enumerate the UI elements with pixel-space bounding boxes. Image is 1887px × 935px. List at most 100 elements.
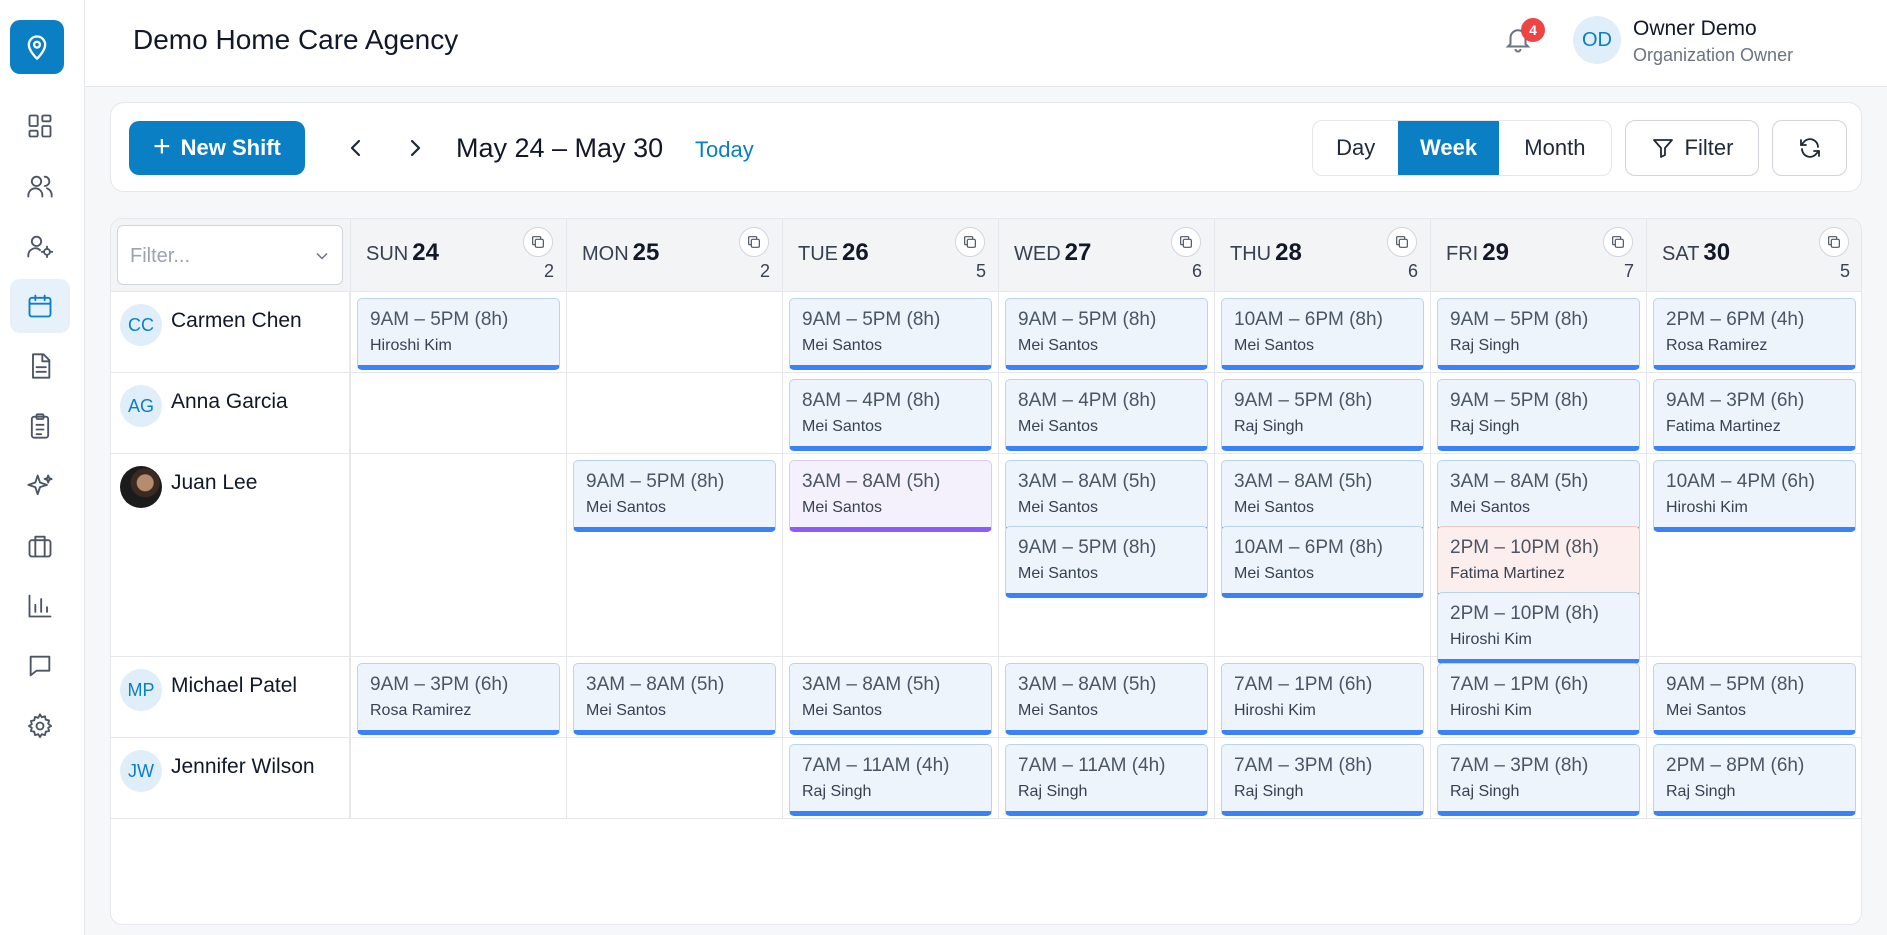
employee-filter-select[interactable]: Filter...	[117, 225, 343, 285]
shift-card[interactable]: 7AM – 3PM (8h) Raj Singh	[1221, 744, 1424, 816]
previous-week-button[interactable]	[341, 131, 371, 165]
shift-card[interactable]: 9AM – 3PM (6h) Fatima Martinez	[1653, 379, 1856, 451]
shift-card[interactable]: 7AM – 3PM (8h) Raj Singh	[1437, 744, 1640, 816]
sidebar-item-dashboard[interactable]	[10, 99, 70, 153]
shift-card[interactable]: 9AM – 5PM (8h) Mei Santos	[1653, 663, 1856, 735]
shift-card[interactable]: 2PM – 10PM (8h) Fatima Martinez	[1437, 526, 1640, 598]
today-button[interactable]: Today	[695, 137, 754, 163]
schedule-cell[interactable]: 9AM – 5PM (8h) Hiroshi Kim	[350, 292, 566, 372]
shift-card[interactable]: 10AM – 4PM (6h) Hiroshi Kim	[1653, 460, 1856, 532]
sidebar-item-clients[interactable]	[10, 519, 70, 573]
schedule-cell[interactable]	[350, 373, 566, 453]
sidebar-item-ai[interactable]	[10, 459, 70, 513]
shift-card[interactable]: 7AM – 1PM (6h) Hiroshi Kim	[1437, 663, 1640, 735]
shift-card[interactable]: 3AM – 8AM (5h) Mei Santos	[1005, 460, 1208, 532]
sidebar-item-reports[interactable]	[10, 579, 70, 633]
user-avatar[interactable]: OD	[1573, 16, 1621, 64]
schedule-cell[interactable]: 9AM – 5PM (8h) Raj Singh	[1214, 373, 1430, 453]
copy-day-icon[interactable]	[955, 227, 985, 257]
schedule-cell[interactable]	[350, 738, 566, 818]
schedule-cell[interactable]: 9AM – 3PM (6h) Fatima Martinez	[1646, 373, 1861, 453]
shift-card[interactable]: 3AM – 8AM (5h) Mei Santos	[789, 663, 992, 735]
user-name[interactable]: Owner Demo	[1633, 17, 1757, 41]
view-month-button[interactable]: Month	[1499, 121, 1611, 175]
shift-card[interactable]: 7AM – 11AM (4h) Raj Singh	[1005, 744, 1208, 816]
copy-day-icon[interactable]	[1819, 227, 1849, 257]
schedule-cell[interactable]: 3AM – 8AM (5h) Mei Santos 9AM – 5PM (8h) Me…	[998, 454, 1214, 656]
shift-card[interactable]: 3AM – 8AM (5h) Mei Santos	[1005, 663, 1208, 735]
shift-card[interactable]: 9AM – 3PM (6h) Rosa Ramirez	[357, 663, 560, 735]
schedule-cell[interactable]: 9AM – 5PM (8h) Raj Singh	[1430, 292, 1646, 372]
schedule-cell[interactable]	[350, 454, 566, 656]
shift-card[interactable]: 10AM – 6PM (8h) Mei Santos	[1221, 298, 1424, 370]
shift-card[interactable]: 8AM – 4PM (8h) Mei Santos	[1005, 379, 1208, 451]
view-week-button[interactable]: Week	[1398, 121, 1499, 175]
new-shift-button[interactable]: + New Shift	[129, 121, 305, 175]
schedule-cell[interactable]: 7AM – 3PM (8h) Raj Singh	[1430, 738, 1646, 818]
shift-card[interactable]: 2PM – 10PM (8h) Hiroshi Kim	[1437, 592, 1640, 664]
sidebar-item-documents[interactable]	[10, 339, 70, 393]
schedule-cell[interactable]: 7AM – 1PM (6h) Hiroshi Kim	[1430, 657, 1646, 737]
shift-card[interactable]: 9AM – 5PM (8h) Mei Santos	[573, 460, 776, 532]
employee-name[interactable]: Carmen Chen	[171, 309, 302, 333]
employee-name[interactable]: Jennifer Wilson	[171, 755, 315, 779]
schedule-cell[interactable]: 7AM – 3PM (8h) Raj Singh	[1214, 738, 1430, 818]
schedule-cell[interactable]: 9AM – 5PM (8h) Mei Santos	[1646, 657, 1861, 737]
employee-name[interactable]: Juan Lee	[171, 471, 257, 495]
sidebar-item-settings[interactable]	[10, 699, 70, 753]
schedule-cell[interactable]: 7AM – 11AM (4h) Raj Singh	[998, 738, 1214, 818]
shift-card[interactable]: 9AM – 5PM (8h) Raj Singh	[1437, 379, 1640, 451]
shift-card[interactable]: 10AM – 6PM (8h) Mei Santos	[1221, 526, 1424, 598]
schedule-cell[interactable]: 9AM – 5PM (8h) Mei Santos	[782, 292, 998, 372]
shift-card[interactable]: 2PM – 6PM (4h) Rosa Ramirez	[1653, 298, 1856, 370]
shift-card[interactable]: 9AM – 5PM (8h) Hiroshi Kim	[357, 298, 560, 370]
schedule-cell[interactable]: 3AM – 8AM (5h) Mei Santos	[566, 657, 782, 737]
next-week-button[interactable]	[400, 131, 430, 165]
filter-button[interactable]: Filter	[1625, 120, 1759, 176]
schedule-cell[interactable]: 7AM – 11AM (4h) Raj Singh	[782, 738, 998, 818]
refresh-button[interactable]	[1772, 120, 1847, 176]
shift-card[interactable]: 9AM – 5PM (8h) Mei Santos	[1005, 526, 1208, 598]
schedule-cell[interactable]	[566, 292, 782, 372]
shift-card[interactable]: 9AM – 5PM (8h) Raj Singh	[1221, 379, 1424, 451]
shift-card[interactable]: 3AM – 8AM (5h) Mei Santos	[1221, 460, 1424, 532]
schedule-cell[interactable]: 3AM – 8AM (5h) Mei Santos 10AM – 6PM (8h) M…	[1214, 454, 1430, 656]
sidebar-item-messages[interactable]	[10, 639, 70, 693]
shift-card[interactable]: 8AM – 4PM (8h) Mei Santos	[789, 379, 992, 451]
schedule-cell[interactable]: 10AM – 6PM (8h) Mei Santos	[1214, 292, 1430, 372]
schedule-cell[interactable]: 3AM – 8AM (5h) Mei Santos	[782, 454, 998, 656]
schedule-cell[interactable]: 8AM – 4PM (8h) Mei Santos	[998, 373, 1214, 453]
shift-card[interactable]: 2PM – 8PM (6h) Raj Singh	[1653, 744, 1856, 816]
sidebar-item-user-settings[interactable]	[10, 219, 70, 273]
schedule-cell[interactable]	[566, 373, 782, 453]
schedule-cell[interactable]: 3AM – 8AM (5h) Mei Santos 2PM – 10PM (8h) F…	[1430, 454, 1646, 664]
schedule-cell[interactable]: 3AM – 8AM (5h) Mei Santos	[782, 657, 998, 737]
schedule-cell[interactable]	[566, 738, 782, 818]
shift-card[interactable]: 7AM – 11AM (4h) Raj Singh	[789, 744, 992, 816]
employee-name[interactable]: Michael Patel	[171, 674, 297, 698]
schedule-cell[interactable]: 9AM – 5PM (8h) Mei Santos	[998, 292, 1214, 372]
schedule-cell[interactable]: 7AM – 1PM (6h) Hiroshi Kim	[1214, 657, 1430, 737]
shift-card[interactable]: 3AM – 8AM (5h) Mei Santos	[1437, 460, 1640, 532]
shift-card[interactable]: 3AM – 8AM (5h) Mei Santos	[573, 663, 776, 735]
sidebar-item-tasks[interactable]	[10, 399, 70, 453]
copy-day-icon[interactable]	[1603, 227, 1633, 257]
sidebar-item-schedule[interactable]	[10, 279, 70, 333]
copy-day-icon[interactable]	[739, 227, 769, 257]
sidebar-item-users[interactable]	[10, 159, 70, 213]
view-day-button[interactable]: Day	[1313, 121, 1398, 175]
shift-card[interactable]: 7AM – 1PM (6h) Hiroshi Kim	[1221, 663, 1424, 735]
schedule-cell[interactable]: 8AM – 4PM (8h) Mei Santos	[782, 373, 998, 453]
copy-day-icon[interactable]	[1387, 227, 1417, 257]
schedule-cell[interactable]: 9AM – 5PM (8h) Mei Santos	[566, 454, 782, 656]
shift-card[interactable]: 9AM – 5PM (8h) Mei Santos	[789, 298, 992, 370]
shift-card[interactable]: 9AM – 5PM (8h) Mei Santos	[1005, 298, 1208, 370]
location-pin-logo-icon[interactable]	[10, 20, 64, 74]
copy-day-icon[interactable]	[1171, 227, 1201, 257]
employee-name[interactable]: Anna Garcia	[171, 390, 288, 414]
shift-card[interactable]: 9AM – 5PM (8h) Raj Singh	[1437, 298, 1640, 370]
copy-day-icon[interactable]	[523, 227, 553, 257]
schedule-cell[interactable]: 9AM – 5PM (8h) Raj Singh	[1430, 373, 1646, 453]
schedule-cell[interactable]: 9AM – 3PM (6h) Rosa Ramirez	[350, 657, 566, 737]
schedule-cell[interactable]: 2PM – 6PM (4h) Rosa Ramirez	[1646, 292, 1861, 372]
